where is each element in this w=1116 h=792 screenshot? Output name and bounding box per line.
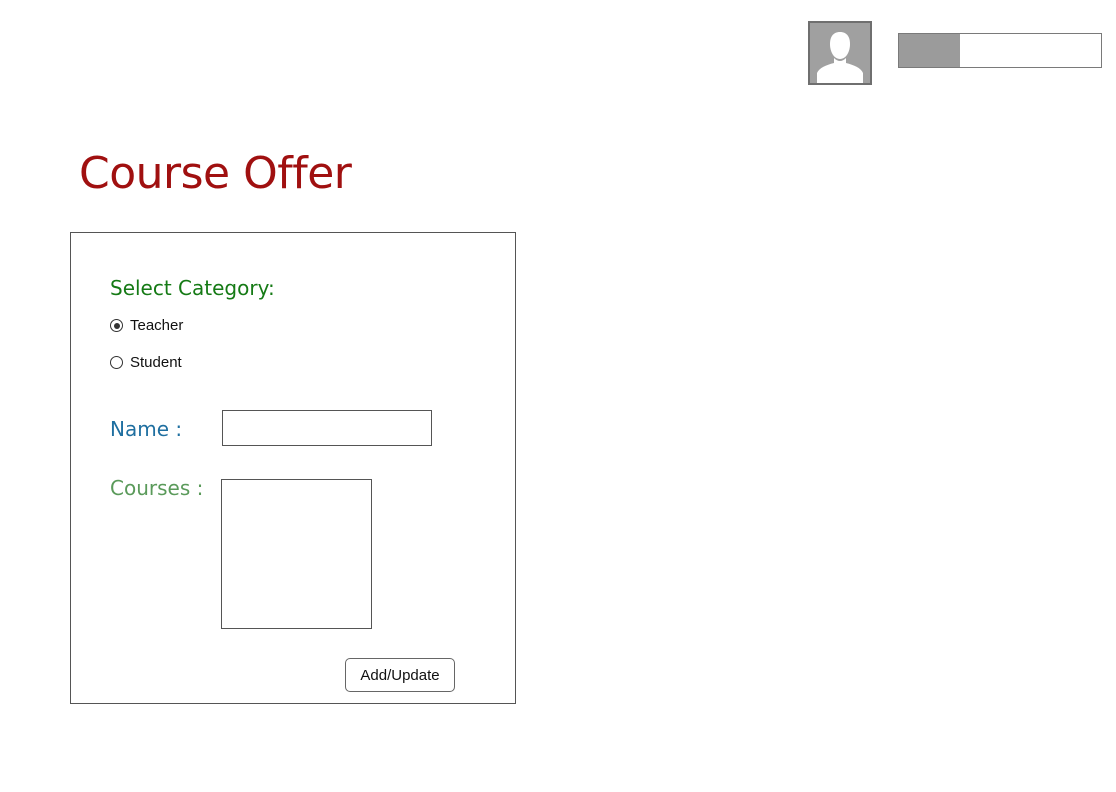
user-avatar-icon[interactable]	[808, 21, 872, 85]
radio-student[interactable]: Student	[110, 354, 182, 371]
name-input[interactable]	[222, 410, 432, 446]
page-title: Course Offer	[79, 148, 352, 199]
radio-teacher[interactable]: Teacher	[110, 317, 183, 334]
radio-teacher-label: Teacher	[130, 317, 184, 334]
user-status-bar-fill	[899, 34, 960, 67]
radio-teacher-indicator[interactable]	[110, 319, 123, 332]
courses-label: Courses :	[110, 476, 204, 500]
course-offer-form: Select Category: Teacher Student Name : …	[70, 232, 516, 704]
page: Course Offer Select Category: Teacher St…	[0, 0, 1116, 792]
add-update-button[interactable]: Add/Update	[345, 658, 455, 692]
name-label: Name :	[110, 417, 183, 441]
user-silhouette-icon	[810, 23, 870, 83]
select-category-label: Select Category:	[110, 276, 275, 300]
radio-student-indicator[interactable]	[110, 356, 123, 369]
user-status-bar	[898, 33, 1102, 68]
courses-textarea[interactable]	[221, 479, 372, 629]
radio-student-label: Student	[130, 354, 182, 371]
